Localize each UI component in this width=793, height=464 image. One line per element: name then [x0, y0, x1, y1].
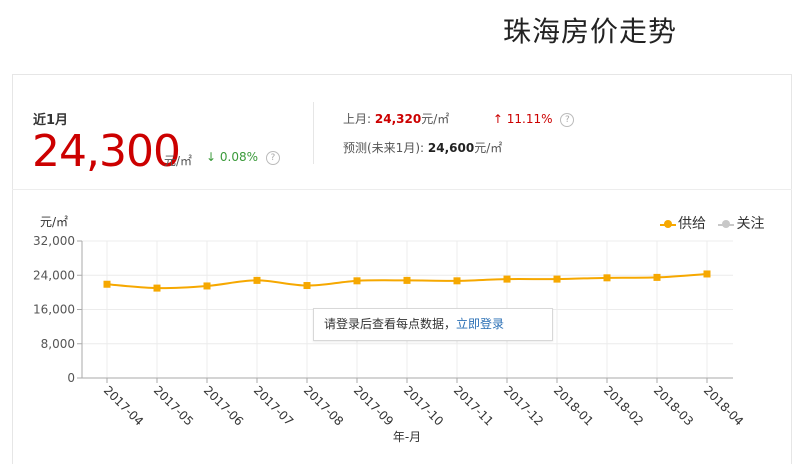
y-tick-label: 32,000 [33, 234, 75, 248]
data-point-supply[interactable] [703, 270, 711, 278]
data-point-supply[interactable] [303, 282, 311, 290]
y-tick-label: 8,000 [41, 337, 75, 351]
price-trend-chart: 08,00016,00024,00032,0002017-04 2017-05 20… [33, 215, 746, 444]
x-axis-label: 年-月 [393, 430, 421, 444]
data-point-supply[interactable] [603, 274, 611, 282]
data-point-supply[interactable] [153, 284, 161, 292]
data-point-supply[interactable] [203, 282, 211, 290]
x-tick-label: 2017-08 [301, 383, 346, 428]
data-point-supply[interactable] [253, 276, 261, 284]
x-tick-label: 2017-04 [101, 383, 146, 428]
x-tick-label: 2018-02 [601, 383, 646, 428]
x-tick-label: 2017-09 [351, 383, 396, 428]
data-point-supply[interactable] [453, 277, 461, 285]
data-point-supply[interactable] [353, 277, 361, 285]
x-tick-label: 2017-11 [451, 383, 496, 428]
y-tick-label: 24,000 [33, 268, 75, 282]
x-tick-label: 2017-06 [201, 383, 246, 428]
x-tick-label: 2018-04 [701, 383, 746, 428]
x-tick-label: 2018-01 [551, 383, 596, 428]
x-tick-label: 2017-12 [501, 383, 546, 428]
data-point-supply[interactable] [653, 273, 661, 281]
x-tick-label: 2017-05 [151, 383, 196, 428]
tooltip-text: 请登录后查看每点数据， [324, 317, 457, 331]
x-tick-label: 2017-10 [401, 383, 446, 428]
data-point-supply[interactable] [403, 276, 411, 284]
login-link[interactable]: 立即登录 [456, 317, 504, 331]
data-point-supply[interactable] [553, 275, 561, 283]
login-tooltip: 请登录后查看每点数据，立即登录 [313, 308, 553, 341]
y-tick-label: 16,000 [33, 303, 75, 317]
y-axis-label: 元/㎡ [40, 215, 68, 229]
x-tick-label: 2018-03 [651, 383, 696, 428]
x-tick-label: 2017-07 [251, 383, 296, 428]
data-point-supply[interactable] [103, 280, 111, 288]
y-tick-label: 0 [67, 371, 75, 385]
data-point-supply[interactable] [503, 275, 511, 283]
